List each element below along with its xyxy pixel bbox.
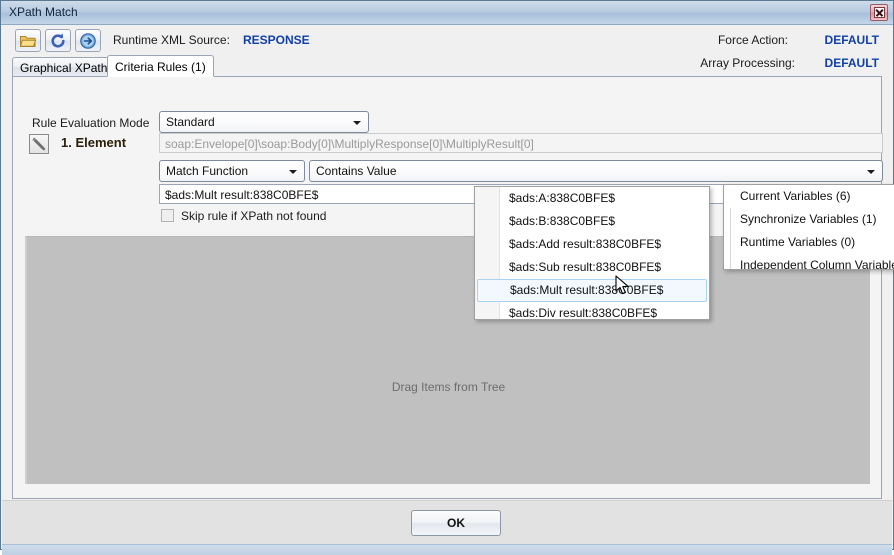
chevron-down-icon <box>353 121 361 125</box>
menu-item[interactable]: $ads:B:838C0BFE$ <box>475 210 709 233</box>
chevron-down-icon <box>289 170 297 174</box>
criteria-rules-panel: Rule Evaluation Mode Standard 1. Element… <box>12 76 891 499</box>
folder-open-icon[interactable] <box>15 29 41 52</box>
xpath-match-window: XPath Match Runtime XML Source: RESPONSE… <box>0 0 894 555</box>
match-function-select[interactable]: Match Function <box>159 160 305 182</box>
array-processing-label: Array Processing: <box>700 56 795 70</box>
skip-rule-checkbox[interactable]: Skip rule if XPath not found <box>161 209 326 223</box>
skip-rule-label: Skip rule if XPath not found <box>181 209 327 223</box>
tab-graphical-xpath-label: Graphical XPath <box>20 61 108 75</box>
xpath-expression-field[interactable]: soap:Envelope[0]\soap:Body[0]\MultiplyRe… <box>159 133 883 153</box>
contains-value-select[interactable]: Contains Value <box>309 160 883 182</box>
arrow-right-circle-icon[interactable] <box>75 29 101 52</box>
element-title: 1. Element <box>61 135 127 150</box>
window-title: XPath Match <box>9 5 78 19</box>
checkbox-box <box>161 209 174 222</box>
chevron-down-icon <box>867 170 875 174</box>
footer-bar: OK <box>2 500 892 545</box>
force-action-label: Force Action: <box>717 33 788 47</box>
match-function-value: Match Function <box>166 164 249 178</box>
window-client-area: Runtime XML Source: RESPONSE Force Actio… <box>1 25 893 555</box>
variable-list-menu: $ads:A:838C0BFE$ $ads:B:838C0BFE$ $ads:A… <box>474 186 710 320</box>
close-icon[interactable] <box>870 4 888 21</box>
menu-item[interactable]: $ads:Sub result:838C0BFE$ <box>475 256 709 279</box>
tab-criteria-rules-label: Criteria Rules (1) <box>115 60 206 74</box>
tab-graphical-xpath[interactable]: Graphical XPath <box>12 57 116 76</box>
title-bar: XPath Match <box>1 1 893 25</box>
runtime-xml-source-label: Runtime XML Source: <box>113 33 230 47</box>
menu-item-selected[interactable]: $ads:Mult result:838C0BFE$ <box>477 279 707 302</box>
drag-drop-placeholder: Drag Items from Tree <box>391 380 506 394</box>
menu-item[interactable]: $ads:A:838C0BFE$ <box>475 187 709 210</box>
ok-button[interactable]: OK <box>411 510 501 536</box>
force-action-value[interactable]: DEFAULT <box>825 33 879 47</box>
array-processing-value[interactable]: DEFAULT <box>825 56 879 70</box>
variable-category-menu: Current Variables (6) Synchronize Variab… <box>723 184 894 270</box>
refresh-icon[interactable] <box>45 29 71 52</box>
contains-value-value: Contains Value <box>316 164 397 178</box>
rule-evaluation-mode-value: Standard <box>166 115 215 129</box>
menu-item[interactable]: $ads:Div result:838C0BFE$ <box>475 302 709 325</box>
rule-evaluation-mode-select[interactable]: Standard <box>159 111 369 133</box>
tab-criteria-rules[interactable]: Criteria Rules (1) <box>107 55 214 77</box>
menu-item-synchronize-variables[interactable]: Synchronize Variables (1) <box>724 208 894 231</box>
toolbar: Runtime XML Source: RESPONSE Force Actio… <box>1 25 893 70</box>
runtime-xml-source-value[interactable]: RESPONSE <box>243 33 310 47</box>
menu-item-independent-column-variables[interactable]: Independent Column Variables <box>724 254 894 269</box>
rule-evaluation-mode-label: Rule Evaluation Mode <box>32 116 150 130</box>
menu-item[interactable]: $ads:Add result:838C0BFE$ <box>475 233 709 256</box>
menu-item-current-variables[interactable]: Current Variables (6) <box>724 185 894 208</box>
wrench-icon[interactable] <box>29 134 49 154</box>
drag-drop-panel[interactable]: Drag Items from Tree <box>25 236 870 484</box>
menu-item-runtime-variables[interactable]: Runtime Variables (0) <box>724 231 894 254</box>
